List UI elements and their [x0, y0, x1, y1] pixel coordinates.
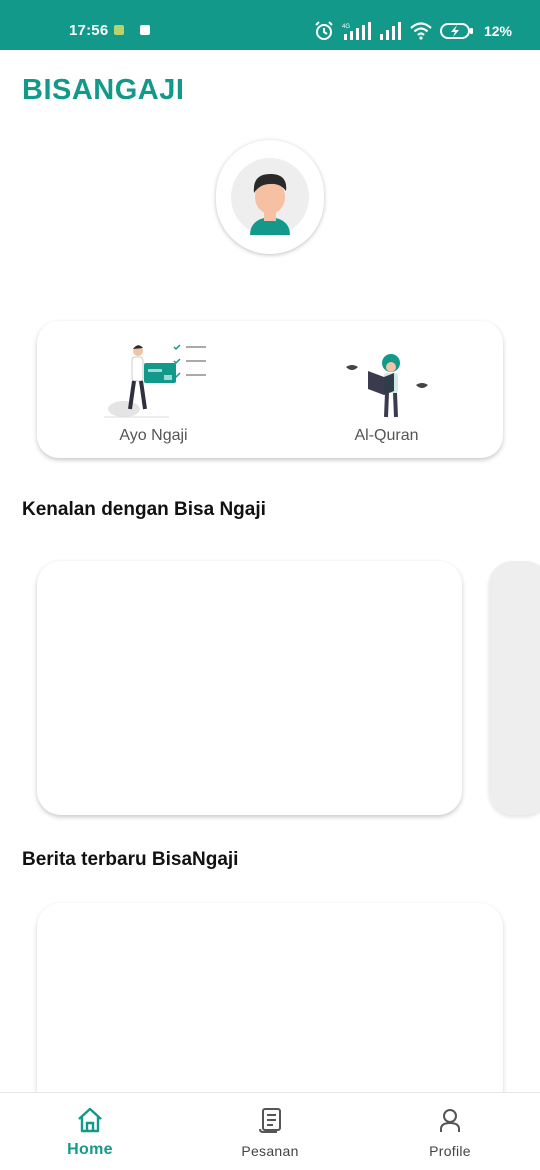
status-icons: 4G 12% [314, 20, 512, 42]
alarm-icon [315, 21, 333, 40]
menu-item-al-quran[interactable]: Al-Quran [270, 321, 503, 458]
notification-icon [114, 25, 124, 35]
status-time: 17:56 [69, 22, 109, 39]
battery-percent: 12% [483, 23, 512, 39]
wifi-icon [410, 22, 432, 40]
app-title: BISANGAJI [22, 74, 185, 106]
nav-label: Pesanan [241, 1143, 299, 1159]
checklist-illustration-icon [103, 344, 206, 418]
user-avatar-icon [231, 158, 309, 236]
person-icon [440, 1109, 460, 1132]
menu-card: Ayo Ngaji Al-Quran [37, 321, 503, 458]
section-title-intro: Kenalan dengan Bisa Ngaji [22, 499, 266, 520]
nav-profile[interactable]: Profile [360, 1093, 540, 1170]
receipt-icon [259, 1108, 281, 1133]
signal-4g-icon: 4G [342, 22, 371, 40]
menu-label: Ayo Ngaji [119, 427, 188, 444]
signal-icon [379, 22, 401, 40]
svg-text:4G: 4G [342, 24, 350, 30]
menu-item-ayo-ngaji[interactable]: Ayo Ngaji [37, 321, 270, 458]
nav-label: Profile [429, 1143, 471, 1159]
avatar[interactable] [216, 140, 324, 254]
reading-quran-illustration-icon [345, 354, 428, 418]
nav-label: Home [67, 1141, 113, 1158]
intro-carousel-card[interactable] [37, 561, 462, 815]
nav-home[interactable]: Home [0, 1093, 180, 1170]
intro-carousel-card-next[interactable] [489, 561, 540, 815]
section-title-news: Berita terbaru BisaNgaji [22, 849, 239, 870]
battery-charging-icon [439, 23, 473, 39]
status-bar: 17:56 4G 12% [0, 0, 540, 50]
notification-icon [140, 25, 150, 35]
menu-label: Al-Quran [354, 427, 419, 444]
bottom-nav: Home Pesanan Profile [0, 1092, 540, 1170]
home-icon [78, 1107, 102, 1133]
nav-pesanan[interactable]: Pesanan [180, 1093, 360, 1170]
